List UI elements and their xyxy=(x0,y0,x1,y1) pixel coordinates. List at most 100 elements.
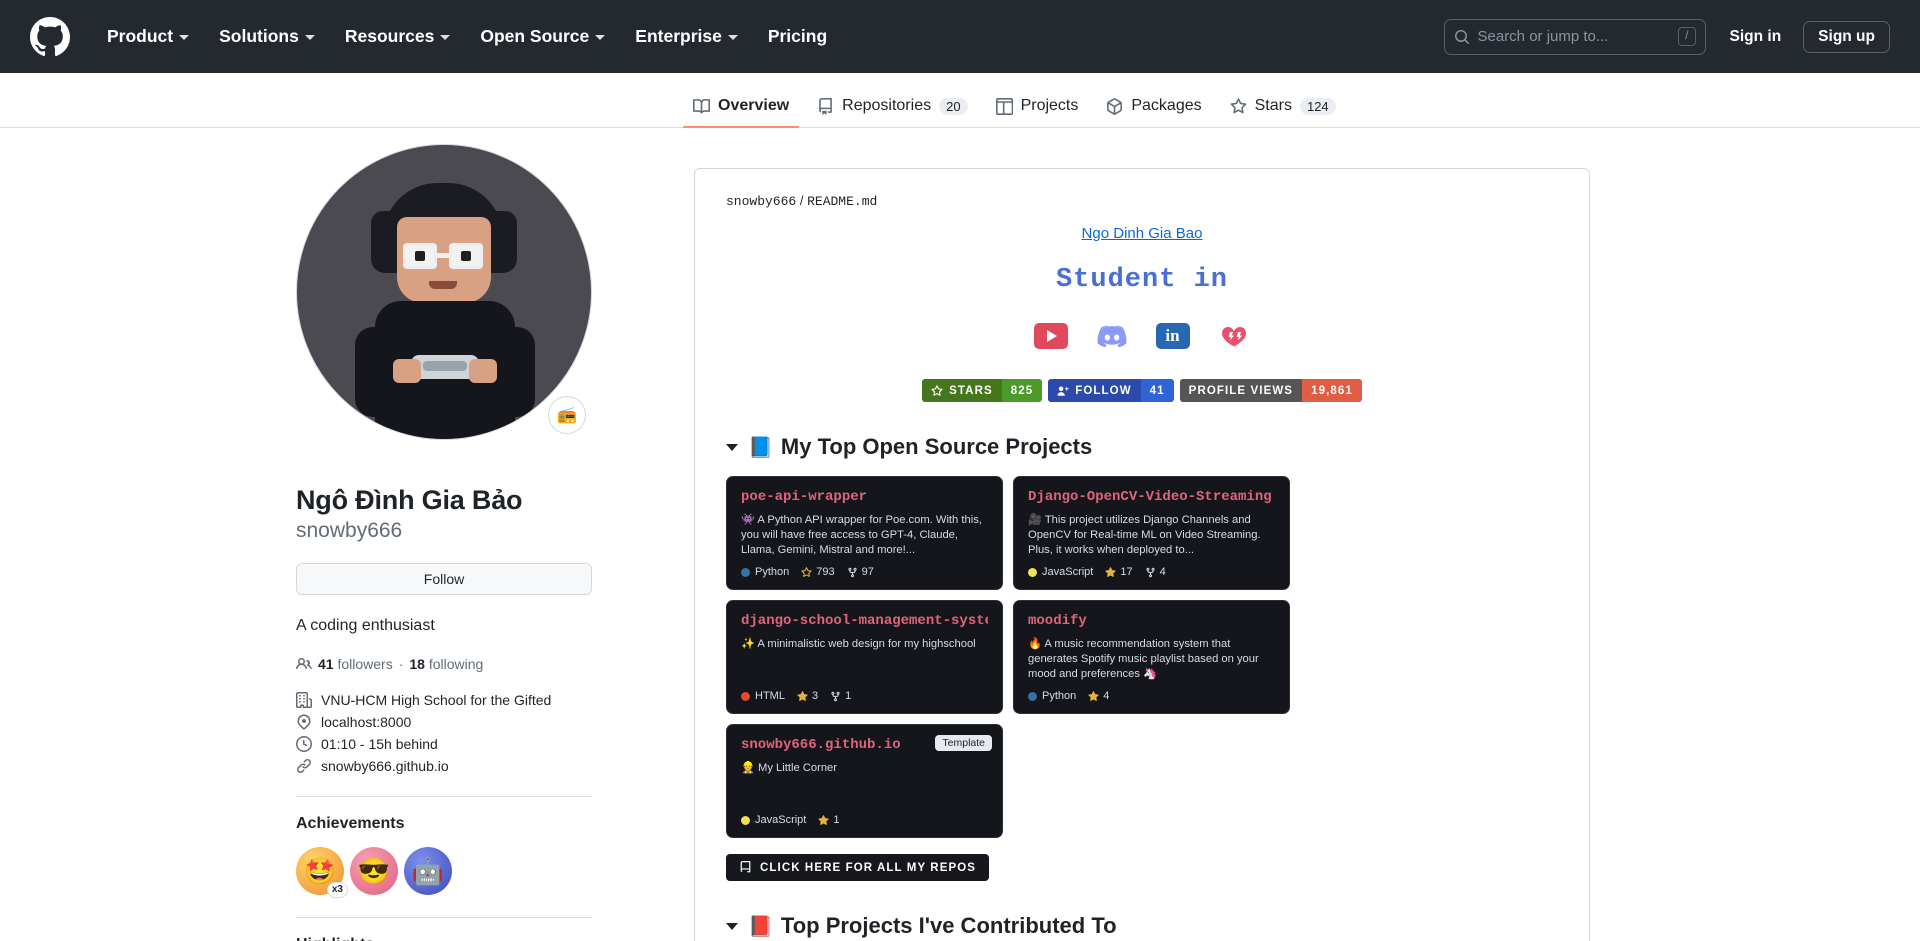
collapse-triangle-icon[interactable] xyxy=(726,443,738,451)
divider xyxy=(296,917,592,918)
table-icon xyxy=(995,97,1013,115)
youtube-icon[interactable] xyxy=(1033,323,1068,349)
profile-views-badge[interactable]: PROFILE VIEWS 19,861 xyxy=(1179,379,1362,402)
repo-card[interactable]: django-school-management-system ✨ A mini… xyxy=(726,600,1003,714)
achievements-title: Achievements xyxy=(296,815,405,832)
tab-label: Stars xyxy=(1254,97,1292,114)
meta-organization: VNU-HCM High School for the Gifted xyxy=(296,692,647,708)
achievement-badge[interactable]: 🤩 x3 xyxy=(296,847,348,898)
star-icon xyxy=(818,814,829,825)
star-icon xyxy=(801,566,812,577)
nav-item-label: Pricing xyxy=(767,26,828,46)
readme-name-link[interactable]: Ngo Dinh Gia Bao xyxy=(1082,225,1203,242)
repo-card[interactable]: Template snowby666.github.io 👷 My Little… xyxy=(726,724,1003,838)
achievements-list: 🤩 x3 😎 🤖 xyxy=(296,847,647,898)
profile-tabs: Overview Repositories 20 Projects Packag… xyxy=(0,73,1920,128)
hackstar-icon[interactable] xyxy=(1216,323,1251,349)
nav-item-product[interactable]: Product xyxy=(92,18,204,55)
section-heading-contributed: 📕 Top Projects I've Contributed To xyxy=(726,913,1558,939)
star-icon xyxy=(1105,566,1116,577)
repo-name[interactable]: moodify xyxy=(1028,613,1275,629)
divider xyxy=(296,796,592,797)
chevron-down-icon xyxy=(179,35,190,40)
social-links-row: in xyxy=(726,323,1558,349)
avatar-wrapper: 📻 xyxy=(296,144,592,440)
tab-repositories[interactable]: Repositories 20 xyxy=(807,97,977,127)
linkedin-icon[interactable]: in xyxy=(1155,323,1190,349)
badge-label: STARS xyxy=(949,384,993,397)
stats-badges-row: STARS 825 FOLLOW 41 PROFILE VIEWS 19,861 xyxy=(726,379,1558,402)
meta-website[interactable]: snowby666.github.io xyxy=(296,758,647,774)
repo-card[interactable]: poe-api-wrapper 👾 A Python API wrapper f… xyxy=(726,476,1003,590)
language-color-dot xyxy=(1028,691,1037,701)
section-title: Top Projects I've Contributed To xyxy=(780,913,1117,938)
fork-icon xyxy=(847,567,857,577)
repo-language: JavaScript xyxy=(1042,566,1094,578)
tab-projects[interactable]: Projects xyxy=(986,97,1089,127)
tab-label: Projects xyxy=(1020,97,1079,114)
breadcrumb-user[interactable]: snowby666 xyxy=(726,194,796,209)
nav-item-label: Resources xyxy=(344,26,435,46)
followers-link[interactable]: 41 followers xyxy=(318,656,393,672)
nav-item-solutions[interactable]: Solutions xyxy=(204,18,330,55)
repo-name[interactable]: django-school-management-system xyxy=(741,613,988,629)
tab-packages[interactable]: Packages xyxy=(1096,97,1211,127)
badge-value: 825 xyxy=(1001,379,1043,402)
achievement-badge[interactable]: 😎 xyxy=(350,847,398,895)
profile-main: snowby666 / README.md Ngo Dinh Gia Bao S… xyxy=(694,128,1590,941)
sign-in-button[interactable]: Sign in xyxy=(1730,28,1782,46)
repo-footer: JavaScript 1 xyxy=(741,814,839,826)
following-link[interactable]: 18 following xyxy=(409,656,483,672)
search-icon xyxy=(1454,29,1470,45)
nav-item-resources[interactable]: Resources xyxy=(330,18,466,55)
section-heading-projects: 📘 My Top Open Source Projects xyxy=(726,434,1558,460)
sign-up-button[interactable]: Sign up xyxy=(1803,20,1890,53)
discord-icon[interactable] xyxy=(1094,323,1129,349)
nav-item-pricing[interactable]: Pricing xyxy=(753,18,842,55)
tab-stars[interactable]: Stars 124 xyxy=(1220,97,1346,127)
collapse-triangle-icon[interactable] xyxy=(726,922,738,930)
github-mark-icon[interactable] xyxy=(30,16,70,57)
search-input[interactable]: Search or jump to... / xyxy=(1443,18,1706,55)
repo-star-count: 17 xyxy=(1120,566,1133,578)
repo-stars: 793 xyxy=(801,566,835,578)
repo-card[interactable]: moodify 🔥 A music recommendation system … xyxy=(1013,600,1290,714)
meta-location: localhost:8000 xyxy=(296,714,647,730)
book-icon xyxy=(693,98,710,113)
follow-badge[interactable]: FOLLOW 41 xyxy=(1048,379,1174,402)
breadcrumb-separator: / xyxy=(799,193,804,208)
notebook-emoji: 📕 xyxy=(748,915,773,938)
star-icon xyxy=(797,690,808,701)
all-repos-button[interactable]: CLICK HERE FOR ALL MY REPOS xyxy=(726,854,990,881)
followers-count: 41 xyxy=(318,656,334,672)
profile-meta-list: VNU-HCM High School for the Gifted local… xyxy=(296,692,647,774)
readme-card: snowby666 / README.md Ngo Dinh Gia Bao S… xyxy=(694,168,1590,941)
meta-text[interactable]: snowby666.github.io xyxy=(321,758,449,774)
status-emoji-button[interactable]: 📻 xyxy=(548,396,586,434)
repo-icon xyxy=(819,97,833,115)
breadcrumb-file[interactable]: README.md xyxy=(807,194,877,209)
meta-text: 01:10 - 15h behind xyxy=(321,736,438,752)
search-placeholder: Search or jump to... xyxy=(1477,28,1609,45)
nav-item-enterprise[interactable]: Enterprise xyxy=(620,18,753,55)
repo-card[interactable]: Django-OpenCV-Video-Streaming 🎥 This pro… xyxy=(1013,476,1290,590)
book-emoji: 📘 xyxy=(748,436,773,459)
achievement-badge[interactable]: 🤖 xyxy=(404,847,452,895)
nav-item-open-source[interactable]: Open Source xyxy=(465,18,620,55)
stars-badge[interactable]: STARS 825 xyxy=(922,379,1043,402)
repo-fork-count: 4 xyxy=(1159,566,1166,578)
repo-description: 🎥 This project utilizes Django Channels … xyxy=(1028,514,1261,557)
repo-footer: JavaScript 17 4 xyxy=(1028,566,1166,578)
repo-language: HTML xyxy=(755,690,785,702)
repo-card-grid: poe-api-wrapper 👾 A Python API wrapper f… xyxy=(726,476,1558,838)
profile-login: snowby666 xyxy=(296,518,403,542)
repo-name[interactable]: Django-OpenCV-Video-Streaming xyxy=(1028,489,1275,505)
star-icon xyxy=(931,384,943,396)
follow-button[interactable]: Follow xyxy=(296,563,592,595)
repo-footer: Python 793 97 xyxy=(741,566,874,578)
achievement-emoji: 😎 xyxy=(357,855,391,886)
repo-forks: 4 xyxy=(1145,566,1166,578)
repo-name[interactable]: poe-api-wrapper xyxy=(741,489,988,505)
tab-overview[interactable]: Overview xyxy=(683,97,800,128)
avatar[interactable] xyxy=(296,144,592,440)
